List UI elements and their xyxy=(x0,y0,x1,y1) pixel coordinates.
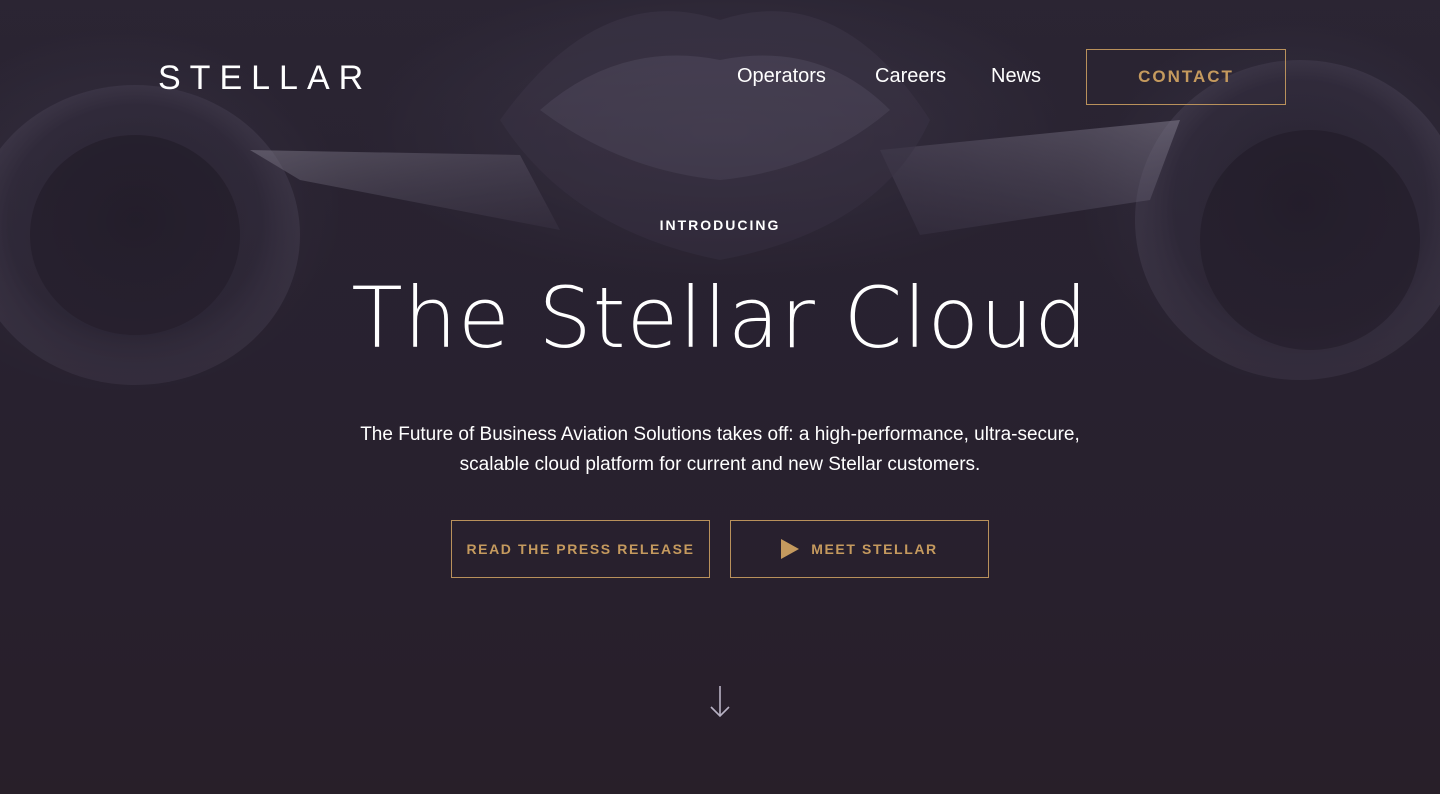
nav-link-news[interactable]: News xyxy=(991,64,1041,88)
hero-section: STELLAR Operators Careers News CONTACT I… xyxy=(0,0,1440,794)
arrow-down-icon[interactable] xyxy=(708,684,732,720)
nav-link-careers[interactable]: Careers xyxy=(875,64,946,88)
hero-subtitle: The Future of Business Aviation Solution… xyxy=(320,420,1120,480)
hero-subtitle-line-2: scalable cloud platform for current and … xyxy=(459,454,981,475)
hero-eyebrow: INTRODUCING xyxy=(659,217,781,233)
background-image xyxy=(0,0,1440,794)
play-icon xyxy=(781,539,800,559)
nav-link-operators[interactable]: Operators xyxy=(737,64,826,88)
hero-subtitle-line-1: The Future of Business Aviation Solution… xyxy=(360,424,1080,445)
logo[interactable]: STELLAR xyxy=(158,60,372,96)
meet-stellar-button[interactable]: MEET STELLAR xyxy=(730,520,989,578)
read-press-release-label: READ THE PRESS RELEASE xyxy=(466,541,695,557)
meet-stellar-label: MEET STELLAR xyxy=(811,541,938,557)
read-press-release-button[interactable]: READ THE PRESS RELEASE xyxy=(451,520,710,578)
hero-title: The Stellar Cloud xyxy=(351,269,1089,367)
contact-button[interactable]: CONTACT xyxy=(1086,49,1286,105)
contact-button-label: CONTACT xyxy=(1138,67,1234,86)
